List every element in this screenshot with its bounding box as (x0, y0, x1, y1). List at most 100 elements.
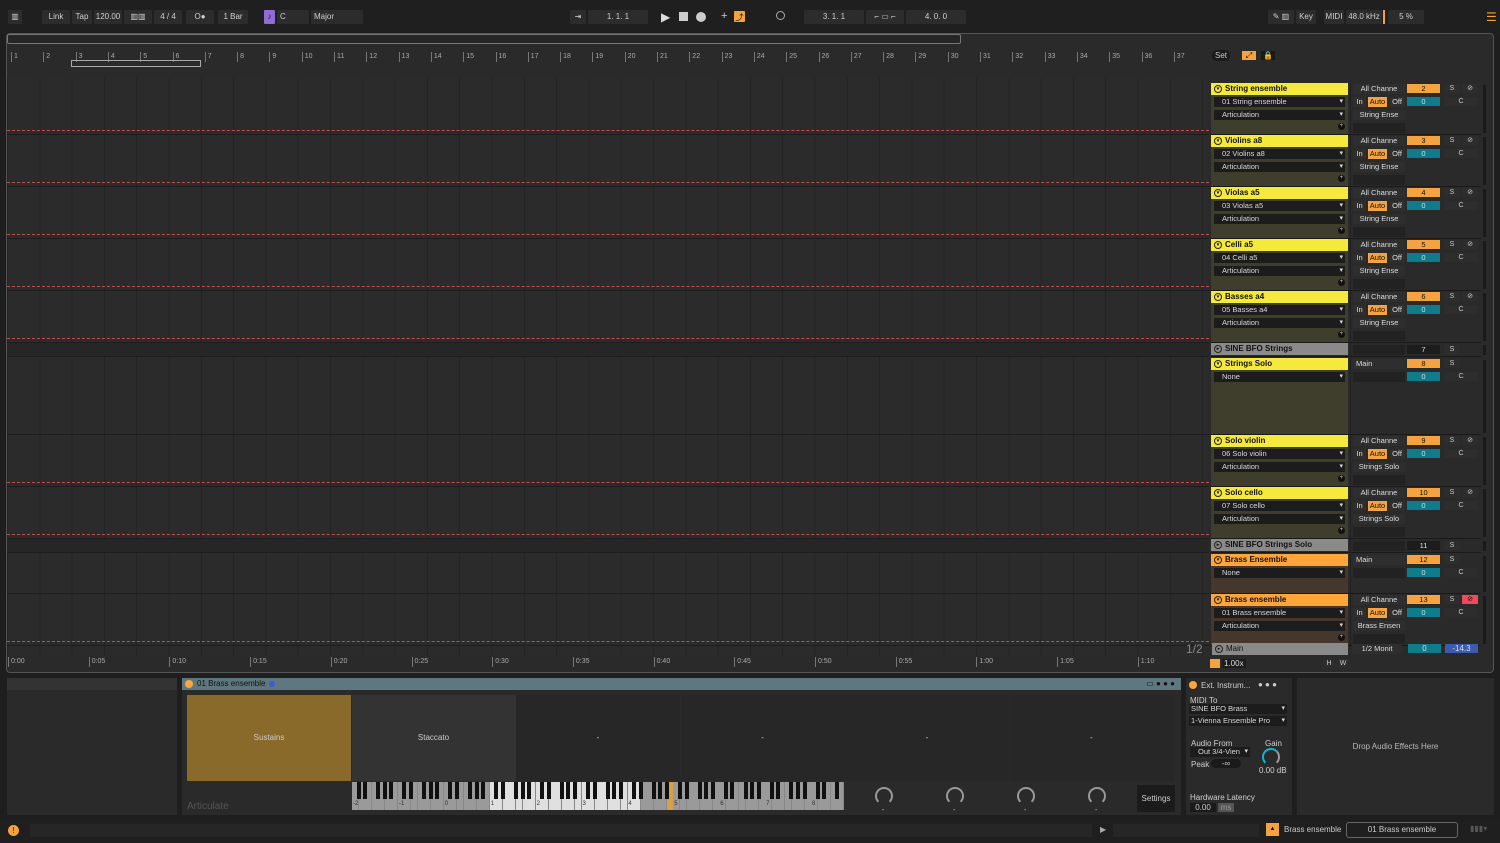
monitor-in-button[interactable]: In (1353, 608, 1366, 618)
solo-button[interactable]: S (1444, 555, 1460, 564)
monitor-in-button[interactable]: In (1353, 449, 1366, 459)
loop-brace[interactable] (71, 60, 201, 67)
track-name-bar[interactable]: ▾ Solo violin (1211, 435, 1348, 447)
device-on-icon[interactable] (185, 680, 193, 688)
output-select[interactable]: Strings Solo (1353, 514, 1405, 524)
tempo-follow-icon[interactable] (1210, 659, 1220, 668)
audio-from-select[interactable]: Out 3/4-Vien (1190, 747, 1250, 757)
black-key[interactable] (402, 782, 407, 799)
height-toggle[interactable]: H (1323, 659, 1335, 668)
follow-toggle-icon[interactable]: ⤢ (1242, 51, 1256, 60)
fold-icon[interactable]: ▾ (1214, 360, 1222, 368)
fold-icon[interactable]: ▾ (1214, 596, 1222, 604)
black-key[interactable] (710, 782, 715, 799)
output-slot[interactable] (1353, 345, 1405, 355)
gain-knob[interactable] (1262, 748, 1280, 766)
track-activator[interactable]: 11 (1407, 541, 1440, 550)
monitor-in-button[interactable]: In (1353, 201, 1366, 211)
solo-button[interactable]: S (1444, 240, 1460, 249)
track-lane[interactable] (7, 487, 1209, 539)
articulation-pad[interactable]: - (845, 695, 1009, 781)
pan-field[interactable]: C (1444, 305, 1478, 314)
black-key[interactable] (586, 782, 591, 799)
latency-unit[interactable]: ms (1218, 803, 1234, 812)
latency-value[interactable]: 0.00 (1190, 803, 1216, 812)
midi-port-select[interactable]: 1-Vienna Ensemble Pro (1189, 716, 1287, 726)
song-position[interactable]: 1. 1. 1 (588, 10, 648, 24)
volume-field[interactable]: 0 (1407, 253, 1440, 262)
input-channel-select[interactable]: All Channe (1353, 136, 1405, 146)
articulation-select[interactable]: Articulation (1214, 110, 1345, 120)
input-channel-select[interactable]: All Channe (1353, 292, 1405, 302)
output-slot[interactable] (1353, 541, 1405, 551)
black-key[interactable] (448, 782, 453, 799)
input-channel-select[interactable]: All Channe (1353, 595, 1405, 605)
arm-icon[interactable]: ⊘ (1462, 292, 1478, 301)
loop-length[interactable]: 4. 0. 0 (906, 10, 966, 24)
output-select[interactable]: String Ense (1353, 214, 1405, 224)
arm-icon[interactable]: ⊘ (1462, 84, 1478, 93)
add-icon[interactable]: + (1338, 331, 1345, 338)
input-channel-select[interactable]: All Channe (1353, 84, 1405, 94)
black-key[interactable] (376, 782, 381, 799)
monitor-auto-button[interactable]: Auto (1368, 449, 1387, 459)
black-key[interactable] (796, 782, 801, 799)
stop-button[interactable] (679, 12, 688, 21)
track-header[interactable]: ▾Basses a4 05 Basses a4 Articulation + All C… (1211, 291, 1486, 343)
output-select[interactable]: String Ense (1353, 162, 1405, 172)
black-key[interactable] (422, 782, 427, 799)
macro-knob[interactable] (946, 787, 964, 805)
black-key[interactable] (408, 782, 413, 799)
midi-to-select[interactable]: SINE BFO Brass (1189, 704, 1287, 714)
articulation-select[interactable]: Articulation (1214, 214, 1345, 224)
macro-knob[interactable] (875, 787, 893, 805)
fold-icon[interactable]: ▸ (1214, 345, 1222, 353)
track-color-icon[interactable]: ▲ (1266, 823, 1279, 836)
arm-icon[interactable]: ⊘ (1462, 188, 1478, 197)
solo-button[interactable]: S (1444, 188, 1460, 197)
fold-icon[interactable]: ▾ (1214, 489, 1222, 497)
track-lane[interactable] (7, 358, 1209, 435)
scale-select[interactable]: Major (311, 10, 363, 24)
track-activator[interactable]: 7 (1407, 345, 1440, 354)
main-output-select[interactable]: 1/2 Monit (1352, 644, 1402, 654)
monitor-off-button[interactable]: Off (1389, 97, 1405, 107)
track-name-bar[interactable]: ▾ Brass ensemble (1211, 594, 1348, 606)
pan-field[interactable]: C (1444, 253, 1478, 262)
output-channel[interactable] (1353, 372, 1405, 382)
output-channel[interactable] (1353, 527, 1405, 537)
articulation-select[interactable]: Articulation (1214, 266, 1345, 276)
overdub-icon[interactable]: + (721, 10, 727, 22)
pan-field[interactable]: C (1444, 201, 1478, 210)
add-icon[interactable]: + (1338, 227, 1345, 234)
black-key[interactable] (750, 782, 755, 799)
device-chain-select[interactable]: 03 Violas a5 (1214, 201, 1345, 211)
output-channel[interactable] (1353, 331, 1405, 341)
articulation-pad[interactable]: Sustains (187, 695, 351, 781)
black-key[interactable] (468, 782, 473, 799)
scale-mode-icon[interactable]: ♪ (264, 10, 275, 24)
black-key[interactable] (428, 782, 433, 799)
black-key[interactable] (363, 782, 368, 799)
track-name-bar[interactable]: ▸ SINE BFO Strings (1211, 343, 1348, 355)
device-chain-select[interactable]: 05 Basses a4 (1214, 305, 1345, 315)
solo-button[interactable]: S (1444, 436, 1460, 445)
monitor-off-button[interactable]: Off (1389, 253, 1405, 263)
output-select[interactable]: Brass Ensen (1353, 621, 1405, 631)
width-toggle[interactable]: W (1337, 659, 1349, 668)
black-key[interactable] (822, 782, 827, 799)
lock-icon[interactable]: 🔒 (1261, 51, 1275, 60)
track-name-bar[interactable]: ▾ String ensemble (1211, 83, 1348, 95)
input-channel-select[interactable]: All Channe (1353, 240, 1405, 250)
input-channel-select[interactable]: All Channe (1353, 488, 1405, 498)
expand-icon[interactable]: ▸ (1215, 645, 1223, 653)
black-key[interactable] (776, 782, 781, 799)
black-key[interactable] (769, 782, 774, 799)
track-activator[interactable]: 8 (1407, 359, 1440, 368)
pan-field[interactable]: C (1444, 372, 1478, 381)
volume-field[interactable]: 0 (1407, 149, 1440, 158)
black-key[interactable] (494, 782, 499, 799)
black-key[interactable] (612, 782, 617, 799)
volume-field[interactable]: 0 (1407, 97, 1440, 106)
black-key[interactable] (474, 782, 479, 799)
